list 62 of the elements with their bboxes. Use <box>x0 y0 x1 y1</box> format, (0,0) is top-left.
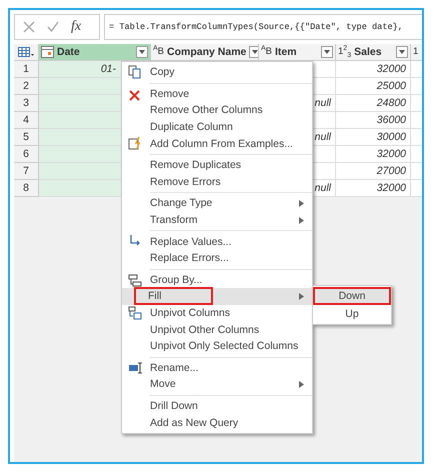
menu-item[interactable]: Replace Errors... <box>122 250 312 267</box>
menu-item[interactable]: Unpivot Columns <box>122 304 312 322</box>
table-menu-button[interactable] <box>14 44 39 61</box>
table-cell: 32000 <box>336 146 411 163</box>
row-number: 2 <box>14 78 39 95</box>
menu-item[interactable]: Drill Down <box>122 398 312 414</box>
column-header[interactable]: Date <box>39 44 151 61</box>
type-label: $^{A}$B <box>153 47 164 57</box>
column-header[interactable]: 1$^{2}$$_{3}$ Sales <box>336 44 411 61</box>
calendar-icon <box>41 46 54 58</box>
table-icon <box>18 46 34 58</box>
caret-icon <box>399 50 405 54</box>
menu-item[interactable]: Add as New Query <box>122 414 312 431</box>
table-cell: 30000 <box>336 129 411 146</box>
row-number: 4 <box>14 112 39 129</box>
menu-item[interactable]: Fill <box>122 288 312 305</box>
menu-item[interactable]: Replace Values... <box>122 233 312 250</box>
filter-dropdown-button[interactable] <box>249 46 258 58</box>
row-number: 3 <box>14 95 39 112</box>
menu-item[interactable]: Transform <box>122 212 312 228</box>
formula-field[interactable]: = Table.TransformColumnTypes(Source,{{"Date", type date}, <box>104 14 422 40</box>
group-icon <box>128 272 142 287</box>
table-cell: 27000 <box>336 163 411 180</box>
table-cell: 32000 <box>336 61 411 78</box>
column-name: Sales <box>354 46 383 58</box>
caret-icon <box>252 50 258 54</box>
row-number: 7 <box>14 163 39 180</box>
caret-icon <box>139 50 145 54</box>
column-header[interactable]: $^{A}$B Item <box>259 44 336 61</box>
caret-icon <box>324 50 330 54</box>
column-header[interactable]: $^{A}$B Company Name <box>151 44 259 61</box>
column-name: Date <box>57 46 81 58</box>
menu-item[interactable]: Remove Duplicates <box>122 156 312 174</box>
column-name: Item <box>275 46 298 58</box>
row-number: 1 <box>14 61 39 78</box>
menu-item[interactable]: Unpivot Only Selected Columns <box>122 338 312 354</box>
type-label: $^{A}$B <box>261 47 272 57</box>
rename-icon <box>128 360 142 374</box>
filter-dropdown-button[interactable] <box>396 46 408 58</box>
table-cell: 24800 <box>336 95 411 112</box>
row-number: 6 <box>14 146 39 163</box>
menu-item[interactable]: Move <box>122 376 312 393</box>
checkmark-icon[interactable] <box>47 21 59 33</box>
menu-item[interactable]: Down <box>313 287 391 305</box>
unpivot-icon <box>128 306 142 320</box>
menu-item[interactable]: Change Type <box>122 195 312 212</box>
row-number: 5 <box>14 129 39 146</box>
row-number: 8 <box>14 180 39 197</box>
fx-button[interactable]: fx <box>71 19 82 35</box>
table-cell: 36000 <box>336 112 411 129</box>
copy-icon <box>128 65 141 79</box>
menu-item[interactable]: Up <box>313 305 391 323</box>
menu-item[interactable]: Group By... <box>122 272 312 288</box>
filter-dropdown-button[interactable] <box>136 46 148 58</box>
type-label: 1 <box>413 47 418 57</box>
menu-item[interactable]: Rename... <box>122 360 312 376</box>
table-lightning-icon <box>128 136 142 150</box>
menu-item[interactable]: Unpivot Other Columns <box>122 321 312 338</box>
filter-dropdown-button[interactable] <box>321 46 333 58</box>
table-cell: 25000 <box>336 78 411 95</box>
column-name: Company Name <box>167 46 246 58</box>
table-cell: 32000 <box>336 180 411 197</box>
